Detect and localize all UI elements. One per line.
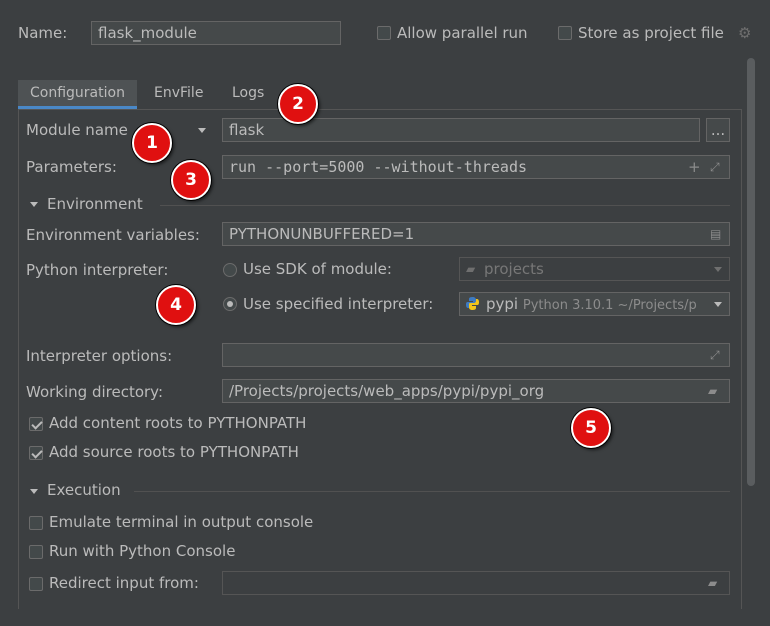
- working-dir-input[interactable]: /Projects/projects/web_apps/pypi/pypi_or…: [222, 379, 730, 403]
- add-source-roots-label: Add source roots to PYTHONPATH: [49, 443, 299, 461]
- tab-configuration[interactable]: Configuration: [18, 80, 137, 109]
- annotation-badge-4: 4: [156, 285, 196, 325]
- execution-divider: [134, 491, 730, 492]
- interpreter-dropdown-icon[interactable]: [714, 302, 722, 307]
- annotation-badge-5: 5: [571, 408, 611, 448]
- allow-parallel-checkbox[interactable]: [377, 26, 391, 40]
- environment-section-title: Environment: [47, 195, 143, 213]
- annotation-badge-2: 2: [278, 84, 318, 124]
- parameters-label: Parameters:: [26, 158, 117, 176]
- working-dir-label: Working directory:: [26, 383, 164, 401]
- expand-icon[interactable]: ⤢: [710, 161, 720, 173]
- interpreter-select[interactable]: pypi Python 3.10.1 ~/Projects/p: [459, 292, 730, 316]
- name-input[interactable]: flask_module: [91, 21, 341, 45]
- sdk-dropdown-icon: [714, 267, 722, 272]
- annotation-badge-1: 1: [132, 123, 172, 163]
- tab-logs[interactable]: Logs: [220, 80, 276, 109]
- folder-icon[interactable]: ▰: [708, 577, 717, 589]
- interpreter-name: pypi: [486, 295, 519, 313]
- emulate-terminal-label: Emulate terminal in output console: [49, 513, 314, 531]
- module-name-label: Module name: [26, 121, 128, 139]
- redirect-input-checkbox[interactable]: [29, 577, 43, 591]
- add-source-roots-checkbox[interactable]: [29, 446, 43, 460]
- run-python-console-label: Run with Python Console: [49, 542, 236, 560]
- env-vars-input[interactable]: PYTHONUNBUFFERED=1: [222, 222, 730, 246]
- store-project-checkbox[interactable]: [558, 26, 572, 40]
- python-icon: [466, 297, 479, 310]
- interpreter-detail: Python 3.10.1 ~/Projects/p: [522, 298, 697, 313]
- execution-section-title: Execution: [47, 481, 121, 499]
- scrollbar-thumb[interactable]: [747, 58, 755, 486]
- environment-divider: [160, 205, 730, 206]
- execution-collapse-icon[interactable]: [30, 489, 38, 494]
- allow-parallel-label: Allow parallel run: [397, 24, 528, 42]
- redirect-input-field: [222, 571, 730, 595]
- run-python-console-checkbox[interactable]: [29, 545, 43, 559]
- interpreter-options-input[interactable]: [222, 343, 730, 367]
- python-interpreter-label: Python interpreter:: [26, 261, 169, 279]
- use-sdk-radio[interactable]: [223, 263, 237, 277]
- expand-icon[interactable]: ⤢: [710, 349, 720, 361]
- tab-envfile[interactable]: EnvFile: [142, 80, 215, 109]
- sdk-select-value: projects: [484, 260, 544, 278]
- plus-icon[interactable]: +: [688, 160, 701, 175]
- parameters-input[interactable]: run --port=5000 --without-threads: [222, 155, 730, 179]
- name-label: Name:: [18, 24, 68, 42]
- gear-icon[interactable]: ⚙: [738, 24, 751, 42]
- redirect-input-label: Redirect input from:: [49, 574, 199, 592]
- environment-collapse-icon[interactable]: [30, 202, 38, 207]
- add-content-roots-label: Add content roots to PYTHONPATH: [49, 414, 307, 432]
- folder-icon[interactable]: ▰: [708, 385, 717, 397]
- folder-icon: ▰: [466, 262, 476, 276]
- use-specified-label: Use specified interpreter:: [243, 295, 434, 313]
- interpreter-options-label: Interpreter options:: [26, 347, 173, 365]
- emulate-terminal-checkbox[interactable]: [29, 516, 43, 530]
- use-specified-radio[interactable]: [223, 297, 237, 311]
- store-project-label: Store as project file: [578, 24, 724, 42]
- use-sdk-label: Use SDK of module:: [243, 260, 392, 278]
- document-icon[interactable]: ▤: [710, 228, 721, 240]
- sdk-select: projects: [459, 257, 730, 281]
- module-name-dropdown-icon[interactable]: [198, 128, 206, 133]
- env-vars-label: Environment variables:: [26, 226, 200, 244]
- browse-button[interactable]: ...: [706, 118, 730, 142]
- annotation-badge-3: 3: [171, 160, 211, 200]
- add-content-roots-checkbox[interactable]: [29, 417, 43, 431]
